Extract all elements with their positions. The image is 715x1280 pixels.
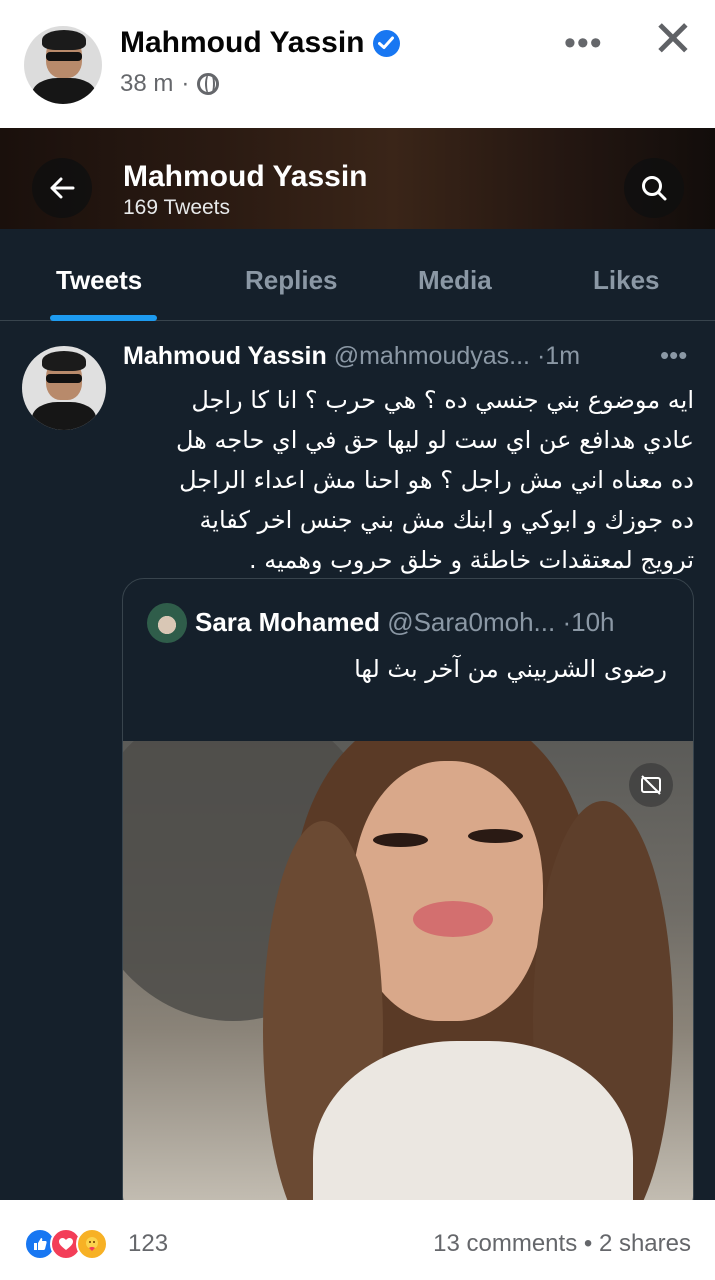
post-header: Mahmoud Yassin 38 m · ••• ✕ (0, 0, 715, 128)
active-tab-indicator (50, 315, 157, 321)
tab-replies[interactable]: Replies (245, 265, 338, 296)
quoted-author-name: Sara Mohamed (195, 607, 380, 637)
tweet-text: ايه موضوع بني جنسي ده ؟ هي حرب ؟ انا كا … (118, 380, 694, 580)
tweet-line: ده معناه اني مش راجل ؟ هو احنا مش اعداء … (179, 466, 694, 494)
profile-name: Mahmoud Yassin (123, 160, 368, 193)
author-name-row[interactable]: Mahmoud Yassin (120, 26, 400, 60)
tweet-avatar[interactable] (22, 346, 106, 430)
care-reaction-icon (76, 1228, 108, 1260)
verified-badge-icon (372, 29, 400, 57)
post-meta: 38 m · (120, 70, 220, 98)
tab-tweets[interactable]: Tweets (56, 265, 142, 296)
tweet-more-icon[interactable]: ••• (660, 340, 687, 371)
author-avatar[interactable] (24, 26, 102, 104)
tweet-line: ايه موضوع بني جنسي ده ؟ هي حرب ؟ انا كا … (191, 386, 694, 414)
profile-bar: Mahmoud Yassin 169 Tweets (0, 128, 715, 229)
back-arrow-icon[interactable] (32, 158, 92, 218)
profile-tabs: Tweets Replies Media Likes (0, 229, 715, 321)
tweet-author-name[interactable]: Mahmoud Yassin (123, 342, 327, 370)
reaction-count[interactable]: 123 (128, 1230, 168, 1258)
quoted-text: رضوى الشربيني من آخر بث لها (354, 655, 667, 683)
quoted-video[interactable] (123, 741, 693, 1200)
tweet-line: ترويج لمعتقدات خاطئة و خلق حروب وهميه . (249, 546, 694, 574)
globe-icon (197, 73, 220, 95)
tweet-line: ده جوزك و ابوكي و ابنك مش بني جنس اخر كف… (199, 506, 694, 534)
tweet-author-handle[interactable]: @mahmoudyas... (334, 342, 530, 370)
tweet-time[interactable]: ·1m (537, 342, 580, 370)
comments-shares-count[interactable]: 13 comments • 2 shares (433, 1230, 691, 1258)
tweet-header: Mahmoud Yassin @mahmoudyas... ·1m (123, 342, 693, 371)
twitter-screenshot: Mahmoud Yassin 169 Tweets Tweets Replies… (0, 128, 715, 1200)
close-icon[interactable]: ✕ (652, 14, 694, 64)
quoted-avatar (147, 603, 187, 643)
quoted-tweet[interactable]: Sara Mohamed @Sara0moh... ·10h رضوى الشر… (122, 578, 694, 1200)
meta-separator: · (181, 70, 190, 97)
tab-likes[interactable]: Likes (593, 265, 660, 296)
quoted-time: ·10h (562, 607, 615, 637)
tweet-line: عادي هدافع عن اي ست لو ليها حق في اي حاج… (175, 426, 694, 454)
captions-off-icon[interactable] (629, 763, 673, 807)
quoted-author-handle: @Sara0moh... (387, 607, 556, 637)
tab-media[interactable]: Media (418, 265, 492, 296)
quoted-header: Sara Mohamed @Sara0moh... ·10h (195, 607, 615, 638)
more-options-icon[interactable]: ••• (564, 24, 603, 63)
reaction-icons[interactable] (24, 1228, 108, 1260)
search-icon[interactable] (624, 158, 684, 218)
post-time[interactable]: 38 m (120, 70, 173, 98)
tweet-count: 169 Tweets (123, 196, 231, 219)
author-name[interactable]: Mahmoud Yassin (120, 26, 365, 60)
post-footer: 123 13 comments • 2 shares (0, 1200, 715, 1280)
